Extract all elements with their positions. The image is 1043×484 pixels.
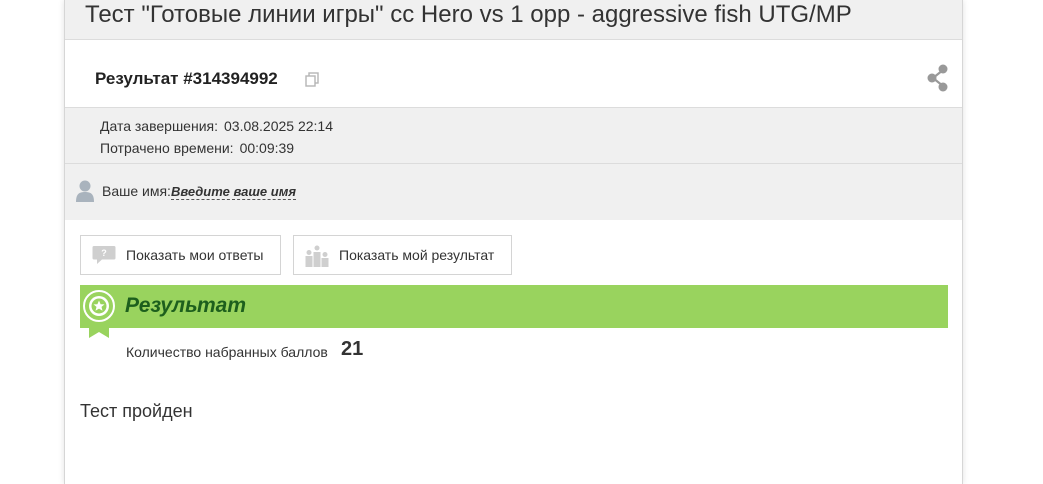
result-heading: Результат bbox=[125, 294, 247, 317]
completion-date-row: Дата завершения: 03.08.2025 22:14 bbox=[100, 118, 333, 134]
user-icon bbox=[76, 180, 94, 202]
test-status: Тест пройден bbox=[80, 401, 193, 421]
question-icon: ? bbox=[92, 246, 116, 264]
result-title: Результат #314394992 bbox=[95, 69, 278, 88]
time-spent-label: Потрачено времени: bbox=[100, 140, 234, 156]
time-spent-value: 00:09:39 bbox=[239, 140, 295, 156]
user-name-row: Ваше имя:Введите ваше имя bbox=[65, 164, 962, 220]
score-value: 21 bbox=[341, 338, 364, 360]
page-title: Тест "Готовые линии игры" cc Hero vs 1 o… bbox=[85, 1, 852, 28]
name-field: Ваше имя:Введите ваше имя bbox=[102, 183, 296, 200]
result-header: Результат #314394992 bbox=[65, 40, 962, 108]
copy-icon[interactable] bbox=[305, 72, 319, 87]
show-answers-label: Показать мои ответы bbox=[126, 247, 264, 263]
title-bar: Тест "Готовые линии игры" cc Hero vs 1 o… bbox=[65, 0, 962, 40]
svg-text:?: ? bbox=[101, 248, 107, 258]
share-icon[interactable] bbox=[926, 64, 950, 92]
result-meta: Дата завершения: 03.08.2025 22:14 Потраче… bbox=[65, 108, 962, 164]
time-spent-row: Потрачено времени: 00:09:39 bbox=[100, 140, 294, 156]
name-label: Ваше имя: bbox=[102, 183, 171, 199]
award-ribbon-icon bbox=[83, 290, 115, 338]
podium-icon bbox=[305, 245, 329, 267]
result-banner: Результат bbox=[80, 285, 948, 328]
score-label: Количество набранных баллов bbox=[126, 344, 328, 360]
show-answers-button[interactable]: ? Показать мои ответы bbox=[80, 235, 281, 275]
completion-date-label: Дата завершения: bbox=[100, 118, 218, 134]
show-result-button[interactable]: Показать мой результат bbox=[293, 235, 512, 275]
completion-date-value: 03.08.2025 22:14 bbox=[224, 118, 333, 134]
enter-name-link[interactable]: Введите ваше имя bbox=[170, 184, 296, 200]
show-result-label: Показать мой результат bbox=[339, 247, 495, 263]
